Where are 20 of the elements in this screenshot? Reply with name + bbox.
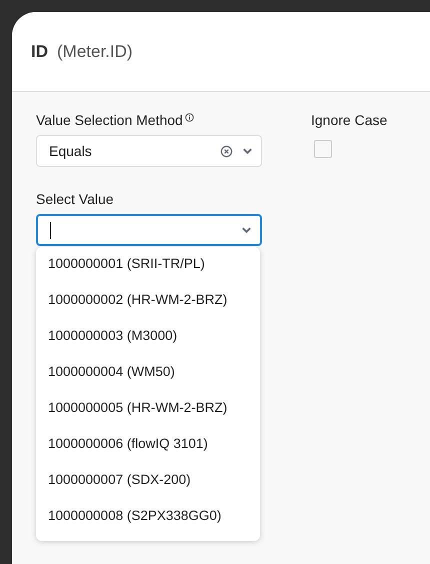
info-icon[interactable] [184, 113, 194, 122]
dropdown-option[interactable]: 1000000003 (M3000) [36, 319, 260, 355]
value-input[interactable] [36, 214, 262, 246]
chevron-down-icon[interactable] [241, 226, 252, 234]
dropdown-option[interactable]: 1000000006 (flowIQ 3101) [36, 427, 260, 463]
dialog-title: ID [31, 42, 48, 62]
dialog-subtitle: (Meter.ID) [57, 42, 133, 62]
dropdown-option[interactable]: 1000000008 (S2PX338GG0) [36, 499, 260, 535]
field-label: Value Selection Method [36, 112, 183, 128]
dropdown-option[interactable]: 1000000005 (HR-WM-2-BRZ) [36, 391, 260, 427]
checkbox-label: Ignore Case [311, 112, 388, 130]
dropdown-option[interactable]: 1000000007 (SDX-200) [36, 463, 260, 499]
dropdown-option[interactable]: 1000000001 (SRII-TR/PL) [36, 247, 260, 283]
field-label: Select Value [36, 191, 115, 209]
chevron-down-icon[interactable] [242, 147, 253, 155]
clear-icon[interactable] [220, 144, 233, 158]
method-select[interactable]: Equals [36, 135, 262, 167]
checkbox[interactable] [314, 140, 332, 158]
dropdown-option[interactable]: 1000000004 (WM50) [36, 355, 260, 391]
dropdown-option[interactable]: 1000000002 (HR-WM-2-BRZ) [36, 283, 260, 319]
